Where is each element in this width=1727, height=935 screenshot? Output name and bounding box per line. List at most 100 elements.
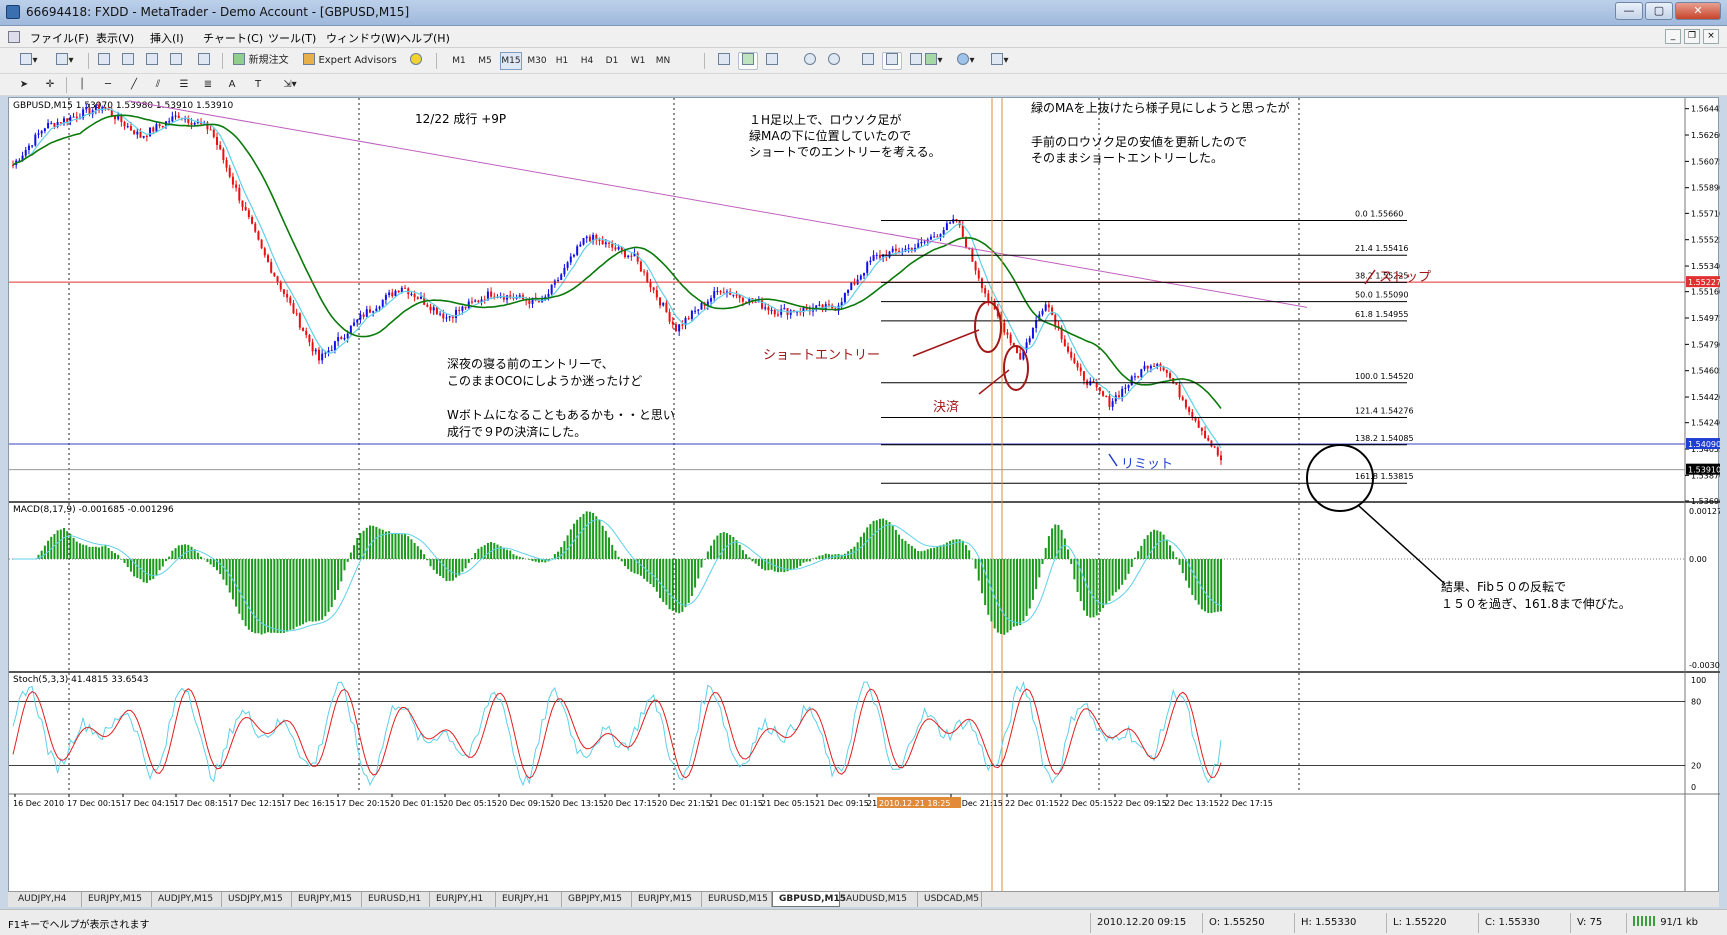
market-watch-button[interactable] — [94, 52, 114, 70]
candle-body — [869, 260, 872, 263]
fibo-expansion-tool[interactable]: ≣ — [198, 76, 218, 94]
crosshair-icon — [122, 53, 134, 65]
timeframe-h1[interactable]: H1 — [551, 52, 573, 70]
timeframe-m1[interactable]: M1 — [448, 52, 470, 70]
symbol-tab[interactable]: EURUSD,H1 — [362, 892, 430, 907]
price-tick-label: 1.55160 — [1691, 288, 1720, 297]
symbol-tab[interactable]: GBPUSD,M15 — [772, 892, 846, 907]
arrows-tool[interactable]: ⇲▾ — [276, 76, 304, 94]
symbol-tab[interactable]: EURJPY,H1 — [430, 892, 496, 907]
time-tick-label: 20 Dec 13:15 — [550, 799, 604, 808]
symbol-tab[interactable]: AUDUSD,M15 — [840, 892, 918, 907]
chart-canvas[interactable]: 1.56445 1.56260 1.56075 1.55890 1.55710 1.555… — [9, 98, 1720, 898]
line-chart-button[interactable] — [762, 52, 782, 70]
new-chart-icon — [20, 53, 33, 65]
alert-button[interactable] — [406, 52, 426, 70]
crosshair-tool[interactable]: ✛ — [40, 76, 60, 94]
candle-body — [251, 217, 254, 224]
symbol-tab[interactable]: AUDJPY,H4 — [12, 892, 82, 907]
menu-tools[interactable]: ツール(T) — [268, 30, 316, 46]
text-tool[interactable]: A — [224, 76, 240, 94]
symbol-tab[interactable]: EURJPY,M15 — [292, 892, 362, 907]
new-chart-button[interactable]: ▾ — [14, 52, 44, 70]
maximize-button[interactable]: ▢ — [1645, 2, 1673, 20]
price-tick-label: 1.56075 — [1691, 157, 1720, 166]
timeframe-m15[interactable]: M15 — [500, 52, 522, 70]
minimize-button[interactable]: — — [1615, 2, 1643, 20]
symbol-tab[interactable]: GBPJPY,M15 — [562, 892, 632, 907]
symbol-tab[interactable]: AUDJPY,M15 — [152, 892, 222, 907]
terminal-button[interactable] — [166, 52, 186, 70]
vertical-line-tool[interactable]: │ — [74, 76, 90, 94]
bar-chart-button[interactable] — [714, 52, 734, 70]
symbol-tab[interactable]: EURUSD,M15 — [702, 892, 772, 907]
timeframe-m5[interactable]: M5 — [474, 52, 496, 70]
candle-body — [413, 293, 416, 298]
time-tick-label: 17 Dec 08:15 — [174, 799, 228, 808]
symbol-tab[interactable]: USDCAD,M5 — [918, 892, 982, 907]
zoom-out-button[interactable] — [824, 52, 844, 70]
candle-body — [694, 310, 697, 312]
expert-advisors-button[interactable]: Expert Advisors — [298, 52, 402, 70]
child-close-button[interactable]: × — [1703, 29, 1719, 44]
profiles-button[interactable]: ▾ — [50, 52, 80, 70]
reason-note: １H足以上で、ロウソク足が — [749, 112, 902, 127]
macd-tick-label: 0.001276 — [1689, 507, 1720, 516]
candlestick-button[interactable] — [738, 52, 758, 70]
fibonacci-tool[interactable]: ☰ — [174, 76, 194, 94]
candle-body — [337, 337, 340, 342]
symbol-tab[interactable]: EURJPY,M15 — [632, 892, 702, 907]
new-order-label: 新規注文 — [248, 55, 289, 66]
menu-window[interactable]: ウィンドウ(W) — [326, 30, 400, 46]
timeframe-mn[interactable]: MN — [652, 52, 674, 70]
symbol-tab[interactable]: USDJPY,M15 — [222, 892, 292, 907]
timeframe-m30[interactable]: M30 — [526, 52, 548, 70]
candle-body — [942, 230, 945, 235]
navigator-button[interactable] — [142, 52, 162, 70]
candle-body — [295, 313, 298, 315]
expert-advisors-label: Expert Advisors — [318, 55, 397, 66]
symbol-tab[interactable]: EURJPY,M15 — [82, 892, 152, 907]
channel-tool[interactable]: ⫽ — [148, 76, 168, 94]
data-window-button[interactable] — [118, 52, 138, 70]
menu-file[interactable]: ファイル(F) — [30, 30, 89, 46]
periods-button[interactable]: ▾ — [950, 52, 982, 70]
chart-window[interactable]: 1.56445 1.56260 1.56075 1.55890 1.55710 1.555… — [8, 97, 1720, 898]
candle-body — [474, 300, 477, 302]
menu-chart[interactable]: チャート(C) — [203, 30, 263, 46]
auto-scroll-button[interactable] — [882, 52, 902, 70]
menu-insert[interactable]: 挿入(I) — [150, 30, 184, 46]
child-restore-button[interactable]: ❐ — [1684, 29, 1700, 44]
new-order-button[interactable]: 新規注文 — [228, 52, 294, 70]
candle-body — [212, 129, 215, 137]
timeframe-w1[interactable]: W1 — [627, 52, 649, 70]
trendline-tool[interactable]: ╱ — [124, 76, 144, 94]
candle-body — [1082, 371, 1085, 381]
stoch-tick-label: 80 — [1691, 697, 1701, 706]
cursor-tool[interactable]: ➤ — [14, 76, 34, 94]
candle-body — [152, 127, 155, 132]
candle-body — [470, 301, 473, 303]
candle-body — [853, 282, 856, 285]
price-tick-label: 1.55525 — [1691, 236, 1720, 245]
arrow-cursor-icon: ➤ — [19, 79, 29, 90]
child-minimize-button[interactable]: _ — [1665, 29, 1681, 44]
timeframe-h4[interactable]: H4 — [576, 52, 598, 70]
candle-body — [231, 176, 234, 185]
candle-body — [276, 276, 279, 283]
candle-body — [1210, 440, 1213, 447]
strategy-tester-button[interactable] — [194, 52, 214, 70]
timeframe-d1[interactable]: D1 — [601, 52, 623, 70]
text-label-tool[interactable]: T — [248, 76, 268, 94]
tile-windows-button[interactable] — [858, 52, 878, 70]
indicators-button[interactable]: ▾ — [918, 52, 950, 70]
close-button[interactable]: ✕ — [1675, 2, 1721, 20]
templates-button[interactable]: ▾ — [984, 52, 1016, 70]
zoom-in-button[interactable] — [800, 52, 820, 70]
menu-view[interactable]: 表示(V) — [96, 30, 134, 46]
horizontal-line-tool[interactable]: ─ — [98, 76, 118, 94]
symbol-tab[interactable]: EURJPY,H1 — [496, 892, 562, 907]
menu-help[interactable]: ヘルプ(H) — [400, 30, 450, 46]
candle-body — [266, 255, 269, 263]
candle-body — [136, 131, 139, 135]
